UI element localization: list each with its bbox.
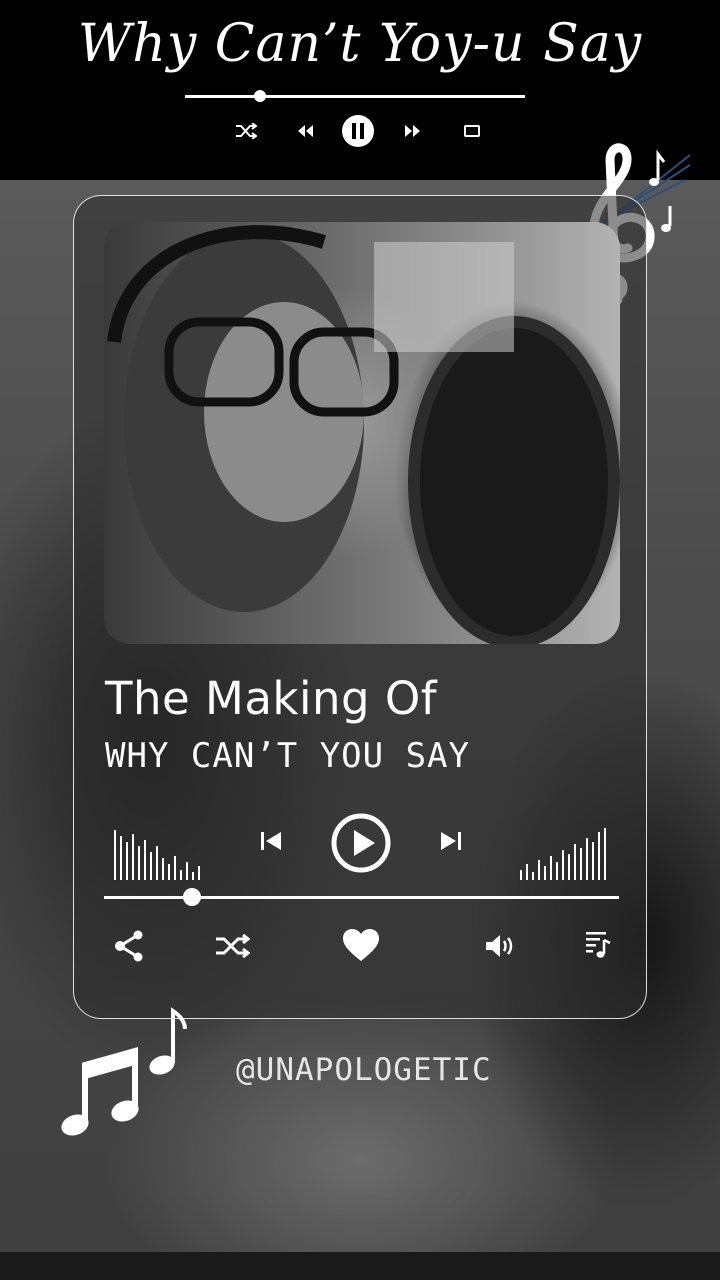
equalizer-left bbox=[114, 826, 204, 880]
skip-next-icon[interactable] bbox=[436, 826, 466, 856]
bottom-edge bbox=[0, 1252, 720, 1280]
skip-previous-icon[interactable] bbox=[256, 826, 286, 856]
progress-track[interactable] bbox=[104, 896, 619, 899]
fast-forward-icon[interactable] bbox=[402, 113, 424, 149]
artist-handle[interactable]: @UNAPOLOGETIC bbox=[236, 1052, 492, 1088]
repeat-icon[interactable] bbox=[460, 113, 484, 149]
volume-icon[interactable] bbox=[482, 930, 518, 962]
shuffle-icon[interactable] bbox=[212, 930, 252, 962]
pause-icon[interactable] bbox=[340, 113, 376, 149]
shuffle-icon[interactable] bbox=[232, 113, 260, 149]
banner-progress-knob[interactable] bbox=[253, 90, 266, 102]
rewind-icon[interactable] bbox=[294, 113, 316, 149]
track-title: The Making Of bbox=[105, 672, 438, 725]
play-icon[interactable] bbox=[330, 812, 392, 874]
progress-knob[interactable] bbox=[182, 888, 201, 906]
music-notes-decoration bbox=[55, 1005, 195, 1145]
banner-progress-track[interactable] bbox=[185, 95, 525, 98]
track-subtitle: WHY CAN’T YOU SAY bbox=[105, 736, 470, 776]
equalizer-right bbox=[520, 826, 610, 880]
heart-icon[interactable] bbox=[340, 926, 382, 964]
share-icon[interactable] bbox=[110, 928, 148, 964]
playlist-icon[interactable] bbox=[582, 928, 614, 962]
banner-title: Why Can’t Yoy-u Say bbox=[77, 14, 643, 74]
album-cover bbox=[104, 222, 620, 644]
